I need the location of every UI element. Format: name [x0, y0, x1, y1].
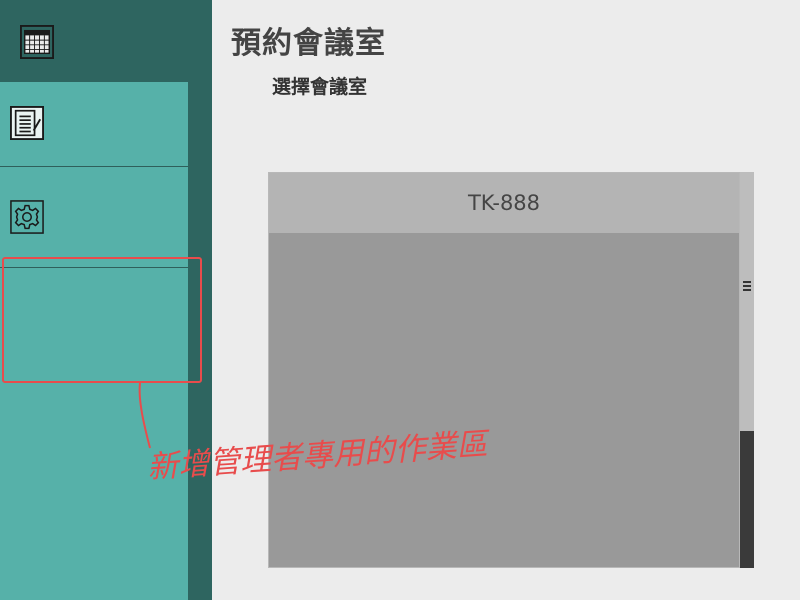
gear-icon — [10, 200, 44, 234]
page-subtitle: 選擇會議室 — [272, 76, 368, 98]
room-card[interactable]: TK-888 — [268, 172, 740, 568]
notes-icon — [10, 106, 44, 140]
scroll-grip-icon[interactable] — [743, 281, 751, 293]
room-name[interactable]: TK-888 — [269, 173, 739, 233]
sidebar-header — [0, 0, 212, 82]
sidebar-item-settings[interactable] — [0, 167, 188, 268]
sidebar-item-reservations[interactable] — [0, 82, 188, 167]
scroll-thumb[interactable] — [740, 431, 754, 568]
page-title: 預約會議室 — [231, 26, 386, 61]
sidebar — [0, 0, 212, 600]
sidebar-item-admin-area[interactable] — [0, 268, 188, 380]
scrollbar[interactable] — [740, 172, 754, 568]
calendar-icon[interactable] — [20, 25, 54, 59]
